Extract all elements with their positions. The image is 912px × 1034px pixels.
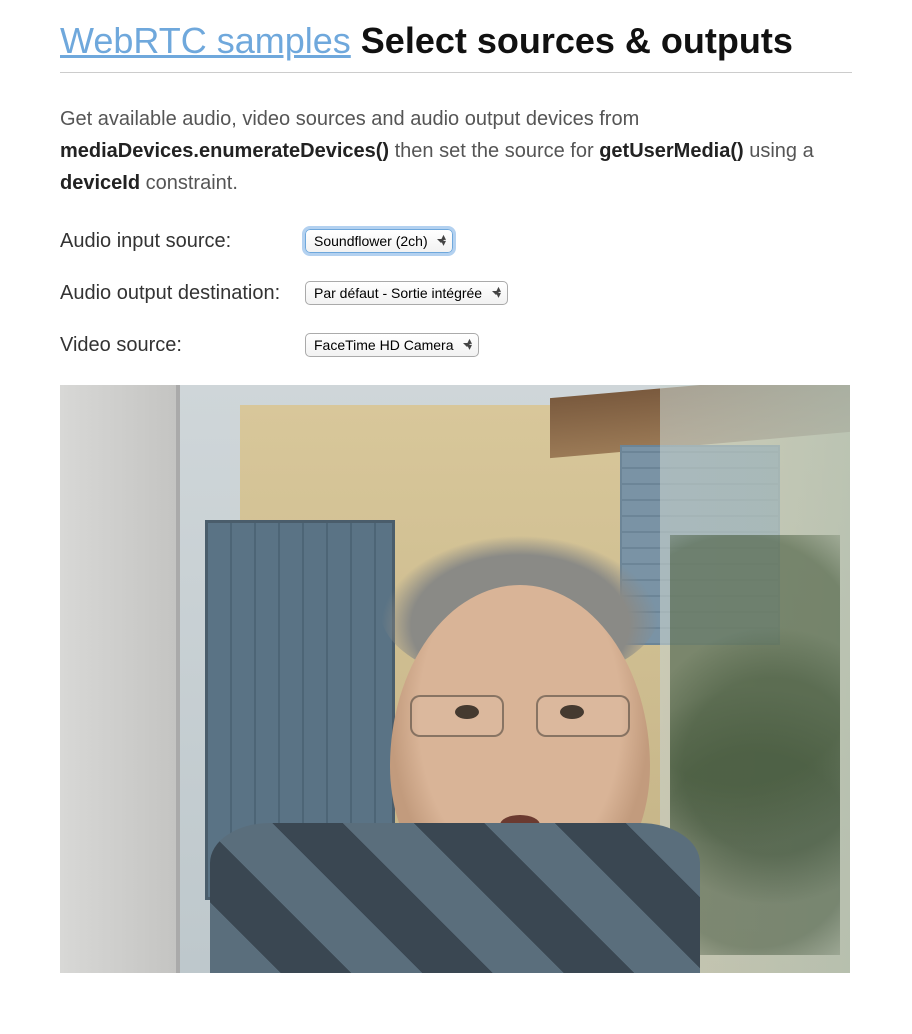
intro-code-enumerate: mediaDevices.enumerateDevices() <box>60 140 389 162</box>
video-person-glasses <box>410 695 630 735</box>
audio-input-select-wrap: Soundflower (2ch) ▴▾ <box>305 229 453 253</box>
intro-code-deviceid: deviceId <box>60 172 140 194</box>
page-title: Select sources & outputs <box>361 20 793 61</box>
video-source-label: Video source: <box>60 334 305 357</box>
intro-text: using a <box>749 140 814 162</box>
intro-code-getusermedia: getUserMedia() <box>599 140 743 162</box>
intro-text: then set the source for <box>395 140 600 162</box>
audio-input-row: Audio input source: Soundflower (2ch) ▴▾ <box>60 229 852 253</box>
audio-input-select[interactable]: Soundflower (2ch) <box>305 229 453 253</box>
intro-paragraph: Get available audio, video sources and a… <box>60 103 852 199</box>
audio-output-select-wrap: Par défaut - Sortie intégrée ▴▾ <box>305 281 508 305</box>
intro-text: Get available audio, video sources and a… <box>60 108 639 130</box>
video-source-row: Video source: FaceTime HD Camera ▴▾ <box>60 333 852 357</box>
audio-input-label: Audio input source: <box>60 230 305 253</box>
video-source-select[interactable]: FaceTime HD Camera <box>305 333 479 357</box>
audio-output-label: Audio output destination: <box>60 282 305 305</box>
audio-output-row: Audio output destination: Par défaut - S… <box>60 281 852 305</box>
page-heading: WebRTC samples Select sources & outputs <box>60 20 852 73</box>
intro-text: constraint. <box>146 172 238 194</box>
audio-output-select[interactable]: Par défaut - Sortie intégrée <box>305 281 508 305</box>
video-bg-frame-left <box>60 385 180 973</box>
video-source-select-wrap: FaceTime HD Camera ▴▾ <box>305 333 479 357</box>
webrtc-samples-link[interactable]: WebRTC samples <box>60 20 351 61</box>
video-person-shirt <box>210 823 700 973</box>
video-preview <box>60 385 850 973</box>
